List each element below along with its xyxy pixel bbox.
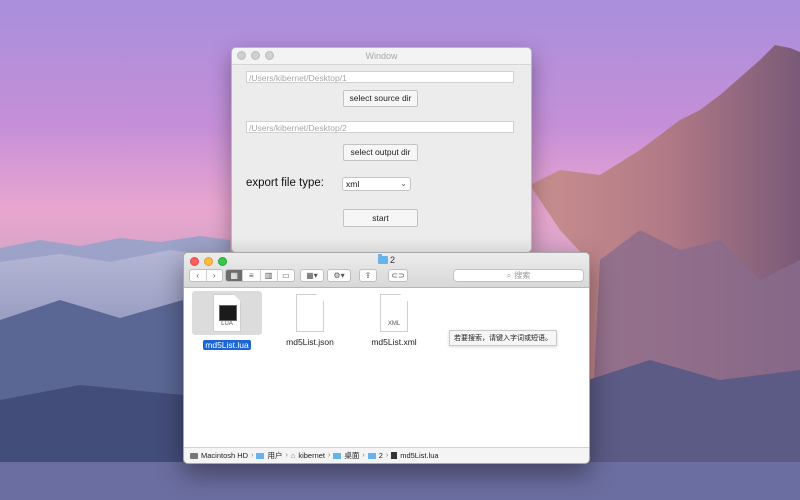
chevron-right-icon: ›	[251, 452, 254, 459]
start-button[interactable]: start	[343, 209, 418, 227]
folder-icon	[377, 254, 388, 264]
file-name: md5List.json	[286, 337, 334, 347]
window-titlebar[interactable]: Window	[232, 48, 531, 65]
finder-window: 2 ‹ › ▦ ≡ ▥ ▭ ▦▾ ⚙▾ ⇪ ⊂⊃ ⌕ 搜索 LUA md5Lis…	[183, 252, 590, 464]
close-button[interactable]	[237, 51, 246, 60]
export-type-select[interactable]: xml ⌄	[342, 177, 411, 191]
select-output-button[interactable]: select output dir	[343, 144, 418, 161]
chevron-left-icon[interactable]: ‹	[190, 270, 207, 281]
path-item[interactable]: kibernet	[298, 451, 325, 460]
action-button[interactable]: ⚙▾	[327, 269, 351, 282]
icon-view-icon[interactable]: ▦	[226, 270, 244, 281]
tag-icon: ⊂⊃	[391, 271, 405, 280]
window-title: Window	[365, 51, 398, 61]
list-view-icon[interactable]: ≡	[243, 270, 261, 281]
file-item[interactable]: LUA md5List.lua	[192, 291, 262, 353]
source-path-field[interactable]: /Users/kibernet/Desktop/1	[246, 71, 514, 83]
arrange-icon: ▦▾	[306, 271, 318, 280]
path-item[interactable]: Macintosh HD	[201, 451, 248, 460]
output-path-field[interactable]: /Users/kibernet/Desktop/2	[246, 121, 514, 133]
finder-title: 2	[184, 254, 589, 265]
chevron-right-icon: ›	[285, 452, 288, 459]
file-icon	[391, 452, 398, 459]
export-type-value: xml	[346, 179, 360, 189]
chevron-right-icon: ›	[328, 452, 331, 459]
arrange-button[interactable]: ▦▾	[300, 269, 324, 282]
path-item[interactable]: 用户	[267, 450, 282, 461]
file-name: md5List.xml	[371, 337, 417, 347]
export-tool-window: Window /Users/kibernet/Desktop/1 select …	[231, 47, 532, 253]
file-area[interactable]: LUA md5List.lua md5List.json XML md5List…	[184, 288, 589, 446]
tag-button[interactable]: ⊂⊃	[388, 269, 408, 282]
file-icon-wrap: LUA	[192, 291, 262, 335]
window-controls	[237, 51, 274, 60]
folder-icon	[333, 452, 342, 459]
chevron-right-icon: ›	[362, 452, 365, 459]
file-name: md5List.lua	[203, 340, 251, 350]
hard-drive-icon	[190, 452, 198, 459]
home-icon: ⌂	[290, 451, 296, 460]
lua-file-icon: LUA	[213, 294, 241, 332]
path-item[interactable]: md5List.lua	[400, 451, 438, 460]
gear-icon: ⚙▾	[333, 271, 345, 280]
column-view-icon[interactable]: ▥	[261, 270, 278, 281]
search-icon: ⌕	[506, 270, 512, 280]
path-item[interactable]: 2	[379, 451, 383, 460]
chevron-updown-icon: ⌄	[400, 179, 407, 188]
share-icon: ⇪	[364, 271, 372, 280]
finder-title-text: 2	[389, 255, 395, 265]
file-item[interactable]: XML md5List.xml	[359, 294, 429, 350]
path-item[interactable]: 桌面	[344, 450, 359, 461]
path-bar: Macintosh HD › 用户 › ⌂ kibernet › 桌面 › 2 …	[184, 447, 589, 463]
chevron-right-icon[interactable]: ›	[207, 270, 223, 281]
json-file-icon	[296, 294, 324, 332]
zoom-button[interactable]	[265, 51, 274, 60]
file-badge: XML	[387, 321, 401, 327]
search-tooltip: 若要搜索，请键入字词或短语。	[449, 330, 557, 346]
select-source-button[interactable]: select source dir	[343, 90, 418, 107]
file-badge: LUA	[221, 321, 233, 327]
file-item[interactable]: md5List.json	[275, 294, 345, 350]
lua-badge-square	[219, 305, 237, 321]
folder-icon	[256, 452, 265, 459]
finder-toolbar: 2 ‹ › ▦ ≡ ▥ ▭ ▦▾ ⚙▾ ⇪ ⊂⊃ ⌕ 搜索	[184, 253, 589, 288]
minimize-button[interactable]	[251, 51, 260, 60]
search-field[interactable]: ⌕ 搜索	[453, 269, 584, 282]
search-placeholder: 搜索	[514, 271, 531, 280]
share-button[interactable]: ⇪	[359, 269, 377, 282]
view-mode-segment: ▦ ≡ ▥ ▭	[225, 269, 295, 282]
export-type-label: export file type:	[246, 177, 324, 189]
folder-icon	[367, 452, 376, 459]
nav-buttons: ‹ ›	[189, 269, 223, 282]
cover-flow-icon[interactable]: ▭	[278, 270, 294, 281]
chevron-right-icon: ›	[385, 452, 389, 459]
xml-file-icon: XML	[380, 294, 408, 332]
